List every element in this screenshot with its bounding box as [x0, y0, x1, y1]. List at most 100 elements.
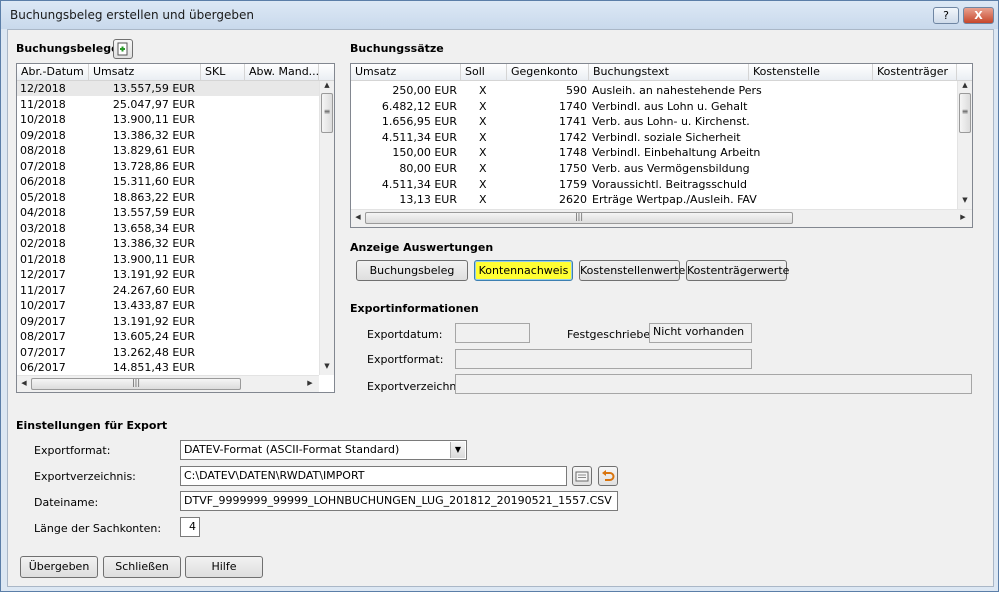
- cell-abr-datum: 12/2017: [20, 268, 66, 281]
- table-row[interactable]: 4.511,34 EUR X 1742 Verbindl. soziale Siche…: [351, 130, 957, 145]
- close-title-button[interactable]: X: [963, 7, 994, 24]
- table-row[interactable]: 150,00 EUR X 1748 Verbindl. Einbehaltung Ar…: [351, 145, 957, 160]
- cell-umsatz: 4.511,34 EUR: [381, 130, 457, 144]
- exportformat-select[interactable]: DATEV-Format (ASCII-Format Standard) ▼: [180, 440, 467, 460]
- cell-abr-datum: 01/2018: [20, 252, 66, 266]
- table-row[interactable]: 250,00 EUR X 590 Ausleih. an nahestehende P…: [351, 83, 957, 98]
- col-header-kostentraeger[interactable]: Kostenträger: [873, 64, 957, 80]
- dateiname-input[interactable]: DTVF_9999999_99999_LOHNBUCHUNGEN_LUG_201…: [180, 491, 618, 511]
- table-row[interactable]: 13,13 EUR X 2620 Erträge Wertpap./Ausleih. …: [351, 192, 957, 207]
- scroll-left-arrow-icon[interactable]: ◀: [353, 213, 363, 221]
- belege-vertical-scrollbar[interactable]: ▲ ≡ ▼: [319, 81, 334, 375]
- table-row[interactable]: 05/2018 18.863,22 EUR: [17, 190, 319, 205]
- belege-horizontal-scrollbar[interactable]: ◀ ||| ▶: [17, 375, 319, 392]
- exportformat-info-field: [455, 349, 752, 369]
- kontennachweis-button[interactable]: Kontennachweis: [474, 260, 573, 281]
- table-row[interactable]: 80,00 EUR X 1750 Verb. aus Vermögensbildung: [351, 161, 957, 176]
- cell-abr-datum: 08/2018: [20, 144, 66, 157]
- table-row[interactable]: 12/2017 13.191,92 EUR: [17, 267, 319, 282]
- table-row[interactable]: 09/2017 13.191,92 EUR: [17, 314, 319, 329]
- dateiname-label: Dateiname:: [34, 496, 99, 509]
- saetze-vertical-scrollbar[interactable]: ▲ ≡ ▼: [957, 81, 972, 209]
- window-title: Buchungsbeleg erstellen und übergeben: [10, 8, 254, 22]
- col-header-soll[interactable]: Soll: [461, 64, 507, 80]
- table-row[interactable]: 08/2018 13.829,61 EUR: [17, 143, 319, 158]
- table-row[interactable]: 10/2017 13.433,87 EUR: [17, 298, 319, 313]
- table-row[interactable]: 08/2017 13.605,24 EUR: [17, 329, 319, 344]
- kostentraegerwerte-button[interactable]: Kostenträgerwerte: [686, 260, 789, 281]
- cell-buchungstext: Verbindl. aus Lohn u. Gehalt: [592, 99, 748, 113]
- col-header-abr-datum[interactable]: Abr.-Datum: [17, 64, 89, 80]
- cell-umsatz: 13.605,24 EUR: [112, 330, 195, 343]
- exportformat-info-label: Exportformat:: [367, 353, 444, 366]
- col-header-skl[interactable]: SKL: [201, 64, 245, 80]
- table-row[interactable]: 01/2018 13.900,11 EUR: [17, 252, 319, 267]
- table-row[interactable]: 6.482,12 EUR X 1740 Verbindl. aus Lohn u. G…: [351, 99, 957, 114]
- col-header-abw-mandant[interactable]: Abw. Mand...: [245, 64, 319, 80]
- chevron-down-icon[interactable]: ▼: [450, 442, 465, 458]
- col-header-umsatz[interactable]: Umsatz: [351, 64, 461, 80]
- cell-soll: X: [479, 99, 487, 113]
- festgeschrieben-label: Festgeschrieben:: [567, 328, 661, 341]
- scroll-right-arrow-icon[interactable]: ▶: [958, 213, 968, 221]
- scroll-up-arrow-icon[interactable]: ▲: [320, 81, 334, 93]
- exportverzeichnis-info-field: [455, 374, 972, 394]
- cell-abr-datum: 06/2018: [20, 175, 66, 188]
- cell-soll: X: [479, 162, 487, 175]
- table-row[interactable]: 06/2017 14.851,43 EUR: [17, 360, 319, 375]
- table-row[interactable]: 12/2018 13.557,59 EUR: [17, 81, 319, 96]
- add-document-icon: [117, 42, 128, 56]
- help-title-button[interactable]: ?: [933, 7, 959, 24]
- table-row[interactable]: 04/2018 13.557,59 EUR: [17, 205, 319, 220]
- schliessen-button[interactable]: Schließen: [103, 556, 181, 578]
- cell-umsatz: 15.311,60 EUR: [112, 175, 195, 188]
- scroll-down-arrow-icon[interactable]: ▼: [320, 362, 334, 374]
- reset-directory-button[interactable]: [598, 466, 618, 486]
- col-header-kostenstelle[interactable]: Kostenstelle: [749, 64, 873, 80]
- cell-abr-datum: 10/2017: [20, 299, 66, 312]
- col-header-gegenkonto[interactable]: Gegenkonto: [507, 64, 589, 80]
- uebergeben-button[interactable]: Übergeben: [20, 556, 98, 578]
- table-row[interactable]: 03/2018 13.658,34 EUR: [17, 221, 319, 236]
- table-row[interactable]: 11/2017 24.267,60 EUR: [17, 283, 319, 298]
- cell-umsatz: 13.728,86 EUR: [112, 159, 195, 173]
- table-row[interactable]: 09/2018 13.386,32 EUR: [17, 128, 319, 143]
- kostenstellenwerte-button[interactable]: Kostenstellenwerte: [579, 260, 685, 281]
- saetze-horizontal-scrollbar[interactable]: ◀ ||| ▶: [351, 209, 972, 227]
- cell-gegenkonto: 590: [566, 84, 587, 97]
- table-row[interactable]: 11/2018 25.047,97 EUR: [17, 97, 319, 112]
- cell-buchungstext: Verb. aus Vermögensbildung: [592, 162, 750, 175]
- scroll-left-arrow-icon[interactable]: ◀: [19, 379, 29, 387]
- cell-umsatz: 13.262,48 EUR: [112, 345, 195, 359]
- col-header-umsatz[interactable]: Umsatz: [89, 64, 201, 80]
- table-row[interactable]: 10/2018 13.900,11 EUR: [17, 112, 319, 127]
- dialog-window: Buchungsbeleg erstellen und übergeben ? …: [0, 0, 999, 592]
- browse-folder-button[interactable]: [572, 466, 592, 486]
- table-row[interactable]: 1.656,95 EUR X 1741 Verb. aus Lohn- u. Kirc…: [351, 114, 957, 129]
- scroll-down-arrow-icon[interactable]: ▼: [958, 196, 972, 208]
- scroll-up-arrow-icon[interactable]: ▲: [958, 81, 972, 93]
- laenge-sachkonten-input[interactable]: 4: [180, 517, 200, 537]
- table-row[interactable]: 4.511,34 EUR X 1759 Voraussichtl. Beitragss…: [351, 177, 957, 192]
- belege-table[interactable]: Abr.-Datum Umsatz SKL Abw. Mand... 12/20…: [16, 63, 335, 393]
- exportformat-label: Exportformat:: [34, 444, 111, 457]
- scroll-right-arrow-icon[interactable]: ▶: [305, 379, 315, 387]
- add-beleg-button[interactable]: [113, 39, 133, 59]
- cell-gegenkonto: 1759: [559, 177, 587, 191]
- cell-buchungstext: Verb. aus Lohn- u. Kirchenst.: [592, 115, 750, 129]
- title-bar: Buchungsbeleg erstellen und übergeben ? …: [1, 1, 998, 29]
- hilfe-button[interactable]: Hilfe: [185, 556, 263, 578]
- table-row[interactable]: 02/2018 13.386,32 EUR: [17, 236, 319, 251]
- cell-gegenkonto: 1750: [559, 162, 587, 175]
- table-row[interactable]: 07/2017 13.262,48 EUR: [17, 345, 319, 360]
- buchungsbeleg-button[interactable]: Buchungsbeleg: [356, 260, 468, 281]
- table-row[interactable]: 06/2018 15.311,60 EUR: [17, 174, 319, 189]
- cell-soll: X: [479, 193, 487, 207]
- saetze-table[interactable]: Umsatz Soll Gegenkonto Buchungstext Kost…: [350, 63, 973, 228]
- col-header-buchungstext[interactable]: Buchungstext: [589, 64, 749, 80]
- table-row[interactable]: 07/2018 13.728,86 EUR: [17, 159, 319, 174]
- exportverzeichnis-input[interactable]: C:\DATEV\DATEN\RWDAT\IMPORT: [180, 466, 567, 486]
- exportinfo-title: Exportinformationen: [350, 302, 479, 315]
- cell-umsatz: 13.191,92 EUR: [112, 314, 195, 328]
- belege-header: Abr.-Datum Umsatz SKL Abw. Mand...: [17, 64, 334, 81]
